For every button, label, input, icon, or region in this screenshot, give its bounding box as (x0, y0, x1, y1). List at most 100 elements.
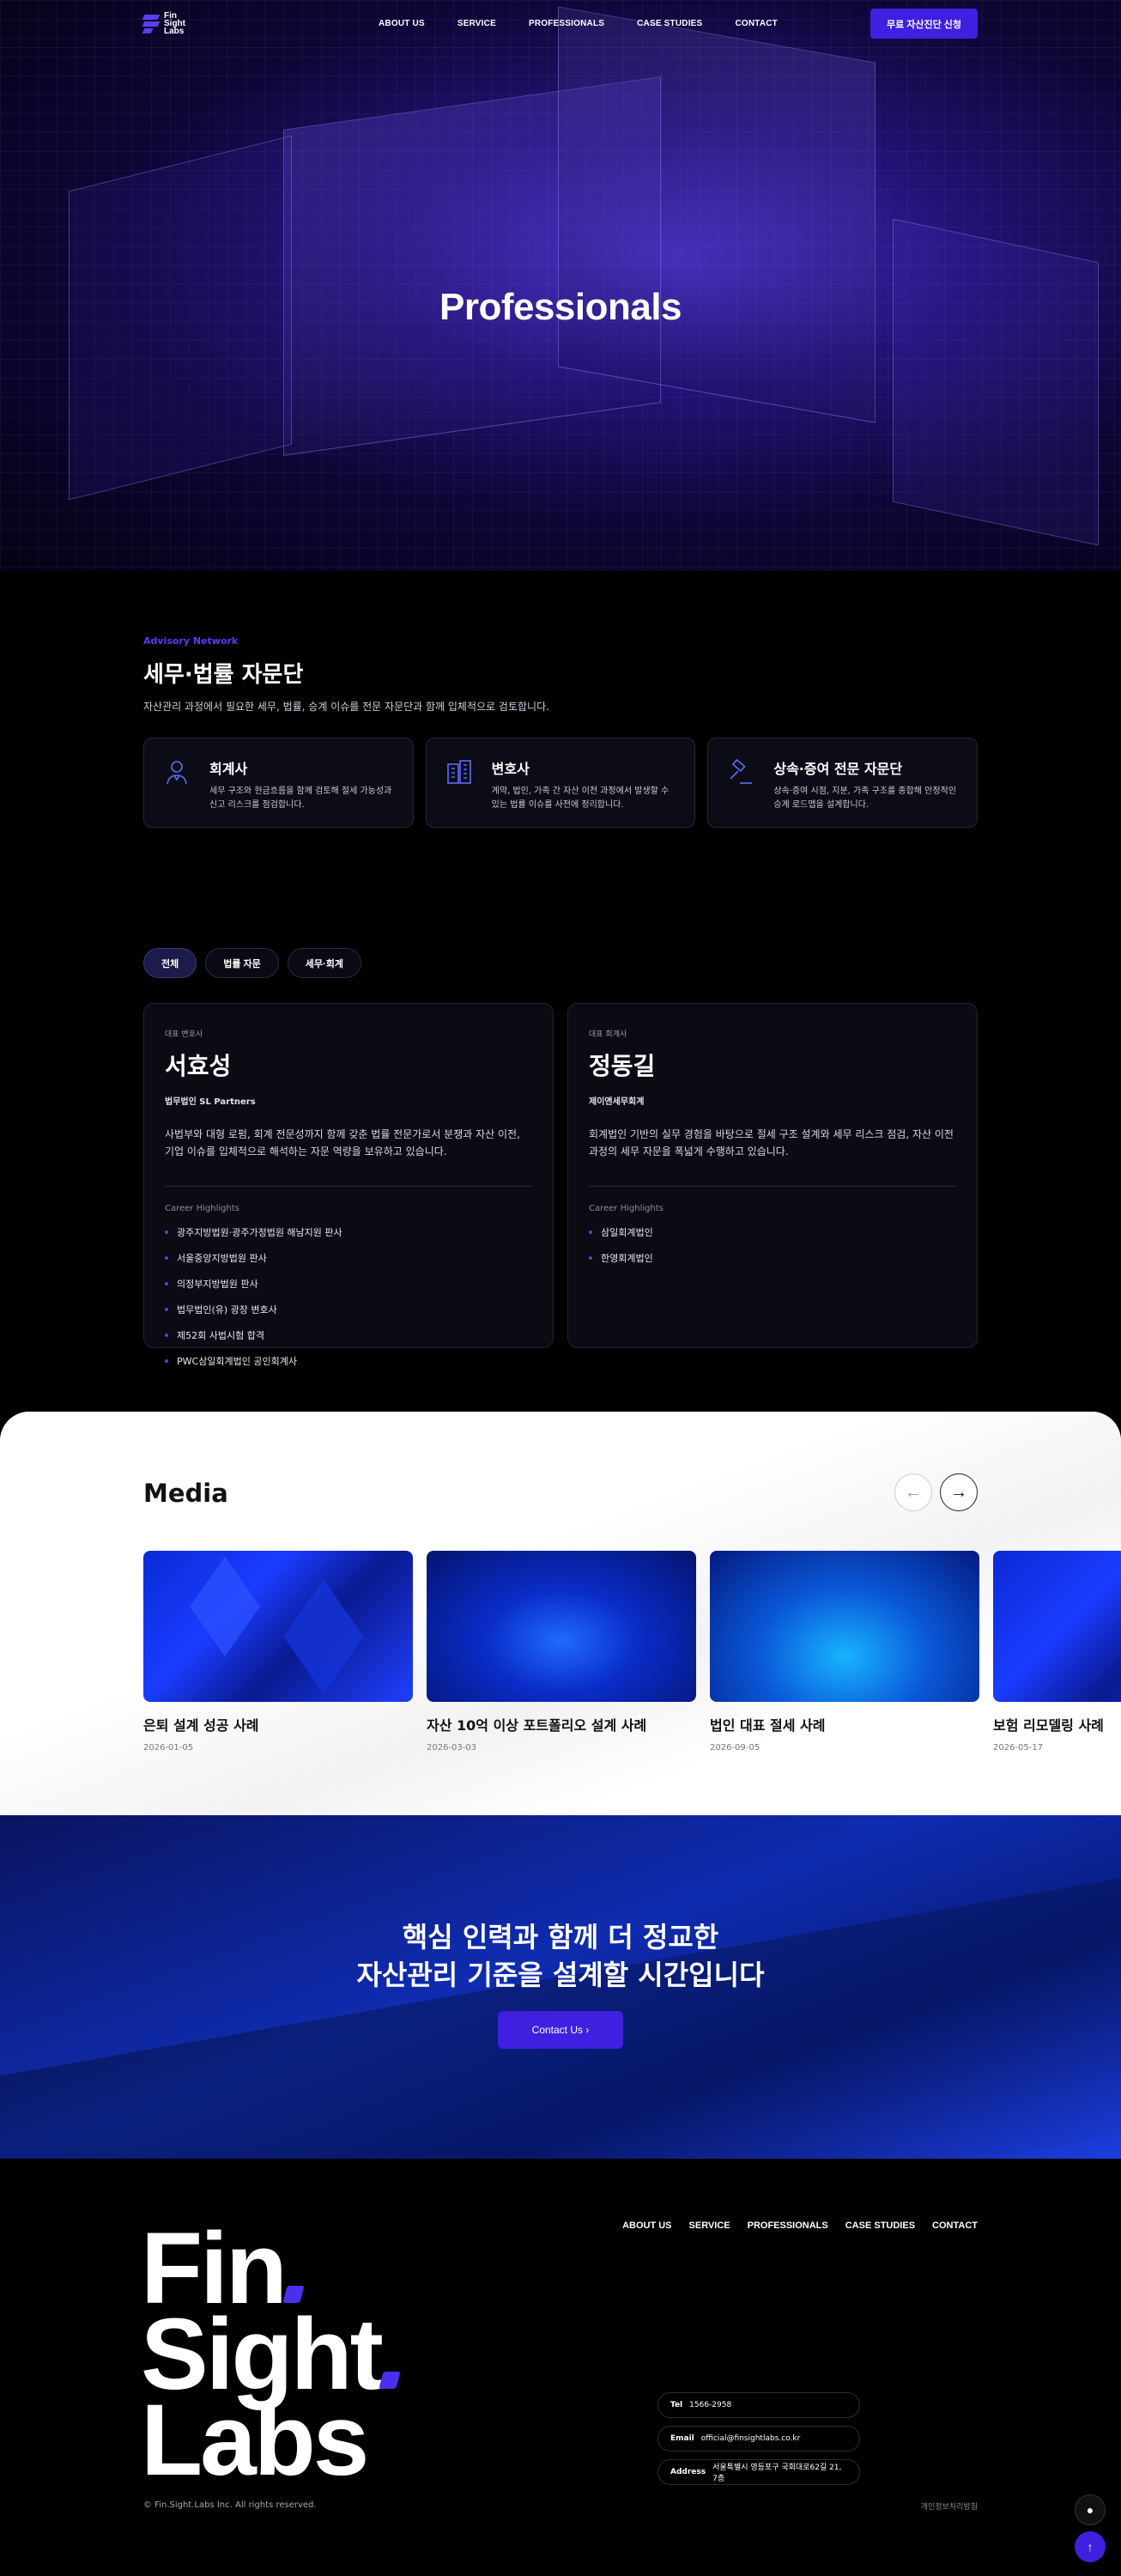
advisory-card-title: 상속·증여 전문 자문단 (773, 761, 903, 777)
career-highlights: 광주지방법원·광주가정법원 해남지원 판사 서울중앙지방법원 판사 의정부지방법… (165, 1225, 532, 1368)
footer-nav-professionals[interactable]: PROFESSIONALS (748, 2221, 828, 2231)
career-item: 제52회 사법시험 합격 (165, 1328, 532, 1342)
footer-nav-case-studies[interactable]: CASE STUDIES (845, 2221, 915, 2231)
advisory-card-title: 회계사 (209, 761, 248, 777)
advisory-card-title: 변호사 (491, 761, 530, 777)
professional-card[interactable]: 대표 회계사 정동길 제이앤세무회계 회계법인 기반의 실무 경험을 바탕으로 … (567, 1003, 978, 1348)
footer-nav-contact[interactable]: CONTACT (932, 2221, 978, 2231)
arrow-left-icon: ← (905, 1482, 922, 1502)
media-section: Media ← → 은퇴 설계 성공 사례 2026-01-05 자산 10억 … (0, 1412, 1121, 1815)
media-card-title: 법인 대표 절세 사례 (710, 1717, 826, 1734)
tel-value: 1566-2958 (689, 2401, 732, 2409)
chat-button[interactable]: ● (1075, 2494, 1106, 2525)
advisory-card-accountant: 회계사 세무 구조와 현금흐름을 함께 검토해 절세 가능성과 신고 리스크를 … (143, 738, 414, 828)
media-card[interactable]: 보험 리모델링 사례 2026-05-17 (993, 1551, 1121, 1753)
media-card-date: 2026-01-05 (143, 1743, 194, 1753)
hero-section: Professionals (0, 0, 1121, 571)
career-item: PWC삼일회계법인 공인회계사 (165, 1354, 532, 1368)
media-thumbnail (993, 1551, 1121, 1702)
building-icon (444, 757, 475, 788)
site-header: Fin Sight Labs ABOUT US SERVICE PROFESSI… (0, 0, 1121, 48)
professional-name: 정동길 (589, 1052, 656, 1080)
email-label: Email (670, 2434, 694, 2443)
media-card[interactable]: 은퇴 설계 성공 사례 2026-01-05 (143, 1551, 413, 1753)
professional-card[interactable]: 대표 변호사 서효성 법무법인 SL Partners 사법부와 대형 로펌, … (143, 1003, 554, 1367)
footer-email: Email official@finsightlabs.co.kr (657, 2426, 860, 2451)
career-highlights-label: Career Highlights (165, 1204, 239, 1213)
contact-us-button[interactable]: Contact Us › (498, 2011, 623, 2049)
footer-address: Address 서울특별시 영등포구 국회대로62길 21, 7층 (657, 2459, 860, 2485)
media-carousel: 은퇴 설계 성공 사례 2026-01-05 자산 10억 이상 포트폴리오 설… (143, 1551, 1121, 1753)
footer-tel: Tel 1566-2958 (657, 2392, 860, 2418)
media-card-date: 2026-09-05 (710, 1743, 760, 1753)
media-thumbnail (143, 1551, 413, 1702)
email-value[interactable]: official@finsightlabs.co.kr (701, 2434, 801, 2443)
filter-tax[interactable]: 세무·회계 (287, 948, 361, 978)
advisory-card-desc: 상속·증여 시점, 지분, 가족 구조를 종합해 안정적인 승계 로드맵을 설계… (773, 787, 956, 810)
professional-name: 서효성 (165, 1052, 232, 1080)
accountant-icon (161, 757, 192, 788)
advisory-card-desc: 계약, 법인, 가족 간 자산 이전 과정에서 발생할 수 있는 법률 이슈를 … (491, 787, 670, 810)
scroll-top-button[interactable]: ↑ (1075, 2531, 1106, 2562)
nav-case-studies[interactable]: CASE STUDIES (637, 19, 702, 28)
footer-logo-word: Labs (141, 2390, 369, 2491)
banner-line: 핵심 인력과 함께 더 정교한 (402, 1921, 719, 1953)
section-eyebrow: Advisory Network (143, 635, 239, 647)
filter-legal[interactable]: 법률 자문 (205, 948, 279, 978)
media-card-date: 2026-05-17 (993, 1743, 1044, 1753)
gavel-icon (725, 757, 756, 788)
contact-banner: 핵심 인력과 함께 더 정교한 자산관리 기준을 설계할 시간입니다 Conta… (0, 1815, 1121, 2159)
footer-nav: ABOUT US SERVICE PROFESSIONALS CASE STUD… (622, 2221, 978, 2231)
career-highlights-label: Career Highlights (589, 1204, 664, 1213)
media-title: Media (143, 1479, 228, 1508)
advisory-card-inheritance: 상속·증여 전문 자문단 상속·증여 시점, 지분, 가족 구조를 종합해 안정… (707, 738, 979, 828)
page-title: Professionals (439, 286, 682, 328)
professional-firm: 제이앤세무회계 (589, 1097, 645, 1107)
divider (589, 1186, 956, 1187)
site-footer: Fin Sight Labs ABOUT US SERVICE PROFESSI… (0, 2159, 1121, 2576)
media-next-button[interactable]: → (940, 1473, 978, 1511)
footer-nav-about-us[interactable]: ABOUT US (622, 2221, 671, 2231)
footer-logo-text: Labs (141, 2384, 369, 2497)
nav-about-us[interactable]: ABOUT US (379, 19, 425, 28)
hero-cube (893, 218, 1099, 546)
media-prev-button[interactable]: ← (894, 1473, 932, 1511)
career-highlights: 삼일회계법인 한영회계법인 (589, 1225, 956, 1265)
advisory-section: Advisory Network 세무·법률 자문단 자산관리 과정에서 필요한… (143, 635, 979, 828)
media-thumbnail (427, 1551, 696, 1702)
career-item: 삼일회계법인 (589, 1225, 956, 1239)
career-item: 한영회계법인 (589, 1251, 956, 1265)
hero-cube (558, 6, 876, 423)
advisory-card-desc: 세무 구조와 현금흐름을 함께 검토해 절세 가능성과 신고 리스크를 점검합니… (209, 787, 392, 810)
privacy-policy-link[interactable]: 개인정보처리방침 (921, 2500, 978, 2512)
chat-bubble-icon: ● (1086, 2503, 1094, 2517)
filter-all[interactable]: 전체 (143, 948, 197, 978)
nav-professionals[interactable]: PROFESSIONALS (529, 19, 604, 28)
career-item: 법무법인(유) 광장 변호사 (165, 1303, 532, 1316)
arrow-right-icon: → (950, 1482, 967, 1502)
address-value: 서울특별시 영등포구 국회대로62길 21, 7층 (712, 2464, 842, 2483)
media-card[interactable]: 법인 대표 절세 사례 2026-09-05 (710, 1551, 979, 1753)
professional-bio: 사법부와 대형 로펌, 회계 전문성까지 함께 갖춘 법률 전문가로서 분쟁과 … (165, 1128, 520, 1157)
nav-service[interactable]: SERVICE (457, 19, 496, 28)
advisory-cards: 회계사 세무 구조와 현금흐름을 함께 검토해 절세 가능성과 신고 리스크를 … (143, 738, 979, 828)
logo-line: Labs (164, 26, 185, 36)
media-card-date: 2026-03-03 (427, 1743, 477, 1753)
media-thumbnail (710, 1551, 979, 1702)
career-item: 광주지방법원·광주가정법원 해남지원 판사 (165, 1225, 532, 1239)
banner-line: 자산관리 기준을 설계할 시간입니다 (356, 1959, 765, 1991)
media-card[interactable]: 자산 10억 이상 포트폴리오 설계 사례 2026-03-03 (427, 1551, 696, 1753)
media-card-title: 은퇴 설계 성공 사례 (143, 1717, 259, 1734)
advisory-card-lawyer: 변호사 계약, 법인, 가족 간 자산 이전 과정에서 발생할 수 있는 법률 … (425, 738, 696, 828)
logo-dot-icon (379, 2372, 401, 2389)
free-diagnosis-button[interactable]: 무료 자산진단 신청 (870, 9, 978, 39)
logo[interactable]: Fin Sight Labs (142, 11, 185, 36)
main-nav: ABOUT US SERVICE PROFESSIONALS CASE STUD… (379, 19, 778, 28)
nav-contact[interactable]: CONTACT (735, 19, 778, 28)
professional-role: 대표 회계사 (589, 1030, 627, 1039)
footer-nav-service[interactable]: SERVICE (689, 2221, 730, 2231)
logo-mark-icon (142, 11, 161, 35)
career-item: 서울중앙지방법원 판사 (165, 1251, 532, 1265)
section-description: 자산관리 과정에서 필요한 세무, 법률, 승계 이슈를 전문 자문단과 함께 … (143, 701, 549, 713)
media-card-title: 자산 10억 이상 포트폴리오 설계 사례 (427, 1717, 647, 1734)
